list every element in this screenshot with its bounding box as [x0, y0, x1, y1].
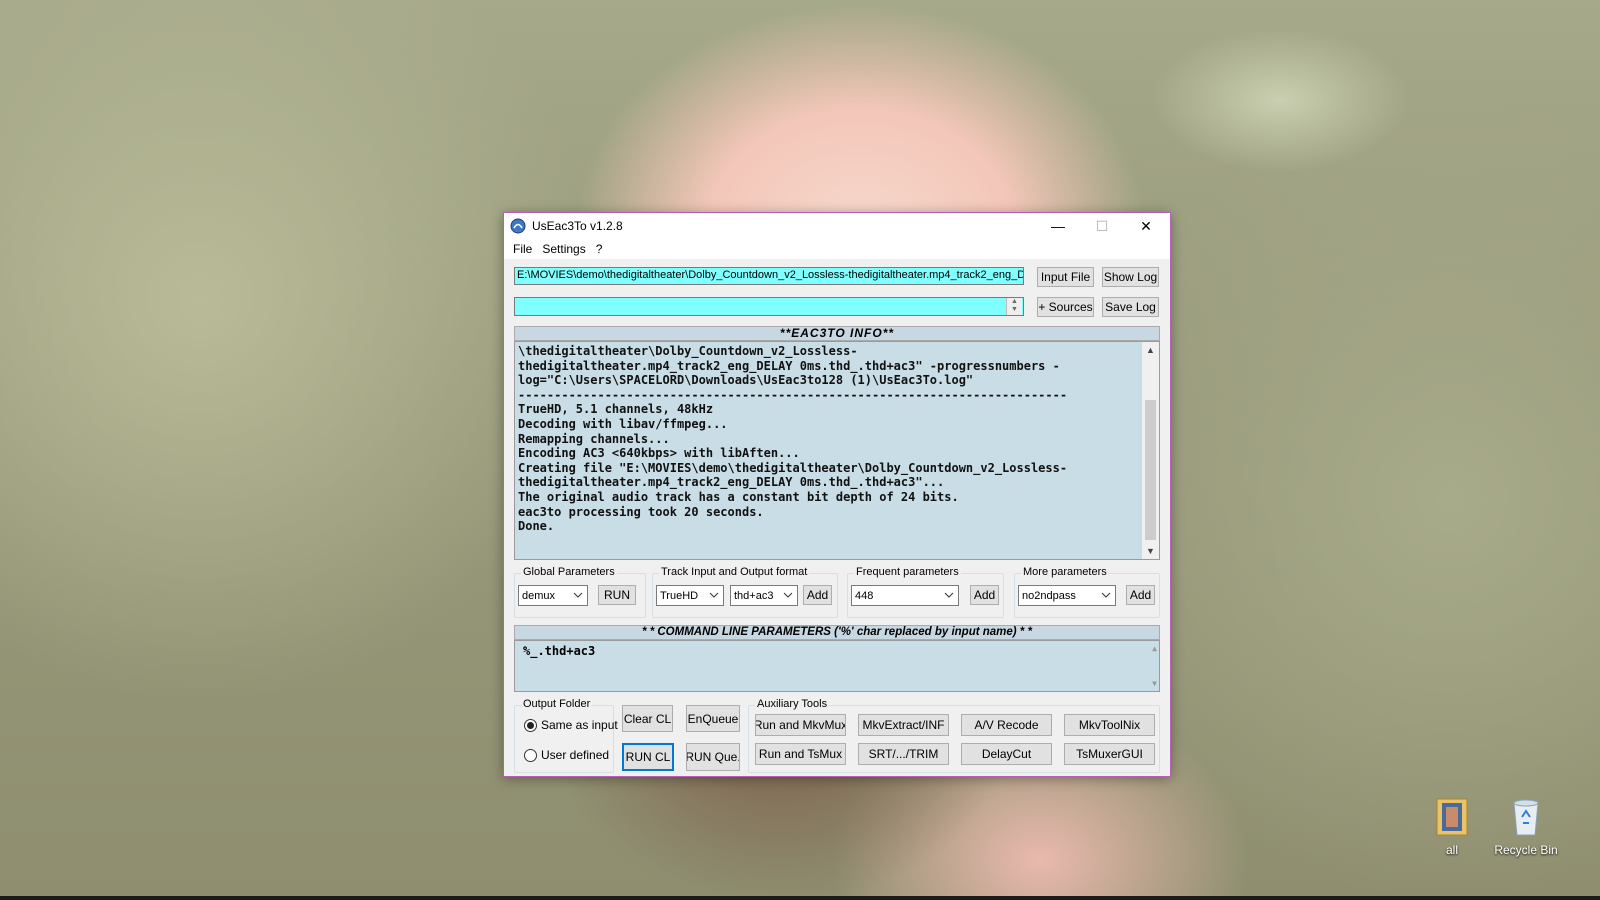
sources-field[interactable]: [514, 297, 1024, 316]
cl-header: * * COMMAND LINE PARAMETERS ('%' char re…: [514, 625, 1160, 640]
info-header: **EAC3TO INFO**: [514, 326, 1160, 341]
track-output-value: thd+ac3: [734, 589, 774, 602]
radio-user-label: User defined: [541, 748, 610, 762]
show-log-button[interactable]: Show Log: [1102, 267, 1159, 287]
desktop-folder-all[interactable]: all: [1417, 795, 1487, 857]
input-file-button[interactable]: Input File: [1037, 267, 1094, 287]
more-add-button[interactable]: Add: [1126, 585, 1155, 605]
log-line: thedigitaltheater.mp4_track2_eng_DELAY 0…: [518, 475, 945, 490]
input-file-field[interactable]: E:\MOVIES\demo\thedigitaltheater\Dolby_C…: [514, 267, 1024, 285]
app-icon: [510, 218, 526, 234]
scroll-up-icon[interactable]: ▲: [1142, 342, 1159, 358]
mkvextract-button[interactable]: MkvExtract/INF: [858, 714, 949, 736]
run-cl-button[interactable]: RUN CL: [622, 743, 674, 771]
srt-trim-button[interactable]: SRT/.../TRIM: [858, 743, 949, 765]
more-params-combo[interactable]: no2ndpass: [1018, 585, 1116, 606]
aux-tools-label: Auxiliary Tools: [755, 698, 830, 710]
global-params-label: Global Parameters: [521, 566, 617, 578]
log-output[interactable]: \thedigitaltheater\Dolby_Countdown_v2_Lo…: [514, 341, 1160, 560]
radio-same-as-input[interactable]: Same as input: [524, 718, 618, 732]
cl-value: %_.thd+ac3: [523, 644, 596, 658]
sources-spinner[interactable]: ▲ ▼: [1006, 298, 1022, 315]
folder-icon: [1434, 795, 1470, 837]
track-add-button[interactable]: Add: [803, 585, 832, 605]
log-line: Done.: [518, 519, 555, 534]
app-window: UsEac3To v1.2.8 — ☐ ✕ File Settings ? E:…: [503, 212, 1171, 777]
add-sources-button[interactable]: + Sources: [1037, 297, 1094, 317]
more-params-label: More parameters: [1021, 566, 1109, 578]
window-title: UsEac3To v1.2.8: [532, 219, 623, 233]
radio-user-defined[interactable]: User defined: [524, 748, 609, 762]
track-format-label: Track Input and Output format: [659, 566, 810, 578]
menu-settings[interactable]: Settings: [537, 242, 590, 256]
menu-help[interactable]: ?: [591, 242, 608, 256]
log-line: Remapping channels...: [518, 431, 670, 446]
log-line: Creating file "E:\MOVIES\demo\thedigital…: [518, 460, 1068, 475]
menu-file[interactable]: File: [508, 242, 537, 256]
log-line: Decoding with libav/ffmpeg...: [518, 416, 728, 431]
chevron-down-icon: [709, 592, 719, 598]
log-line: thedigitaltheater.mp4_track2_eng_DELAY 0…: [518, 358, 1060, 373]
run-tsmux-button[interactable]: Run and TsMux: [755, 743, 846, 765]
radio-dot-selected: [524, 718, 537, 732]
menu-bar: File Settings ?: [504, 239, 1170, 259]
frequent-add-button[interactable]: Add: [970, 585, 999, 605]
log-line: ----------------------------------------…: [518, 387, 1068, 402]
log-scrollbar[interactable]: ▲ ▼: [1142, 342, 1159, 559]
maximize-button[interactable]: ☐: [1080, 213, 1124, 239]
radio-dot: [524, 748, 537, 762]
log-line: TrueHD, 5.1 channels, 48kHz: [518, 402, 714, 417]
chevron-down-icon: [1101, 592, 1111, 598]
output-folder-group: Output Folder: [514, 698, 614, 773]
frequent-params-value: 448: [855, 589, 874, 602]
radio-same-label: Same as input: [541, 718, 618, 732]
cl-textarea[interactable]: %_.thd+ac3 ▲ ▼: [514, 640, 1160, 692]
chevron-down-icon: [944, 592, 954, 598]
cl-scroll-up-icon[interactable]: ▲: [1152, 644, 1157, 653]
track-input-value: TrueHD: [660, 589, 699, 602]
track-input-combo[interactable]: TrueHD: [656, 585, 724, 606]
log-line: Encoding AC3 <640kbps> with libAften...: [518, 446, 800, 461]
chevron-down-icon: [573, 592, 583, 598]
cl-scroll-down-icon[interactable]: ▼: [1152, 679, 1157, 688]
recycle-bin-label: Recycle Bin: [1494, 843, 1558, 857]
desktop-recycle-bin[interactable]: Recycle Bin: [1491, 795, 1561, 857]
log-line: The original audio track has a constant …: [518, 489, 959, 504]
global-params-value: demux: [522, 589, 556, 602]
delaycut-button[interactable]: DelayCut: [961, 743, 1052, 765]
av-recode-button[interactable]: A/V Recode: [961, 714, 1052, 736]
tsmuxergui-button[interactable]: TsMuxerGUI: [1064, 743, 1155, 765]
more-params-value: no2ndpass: [1022, 589, 1076, 602]
scroll-down-icon[interactable]: ▼: [1142, 543, 1159, 559]
log-line: \thedigitaltheater\Dolby_Countdown_v2_Lo…: [518, 344, 858, 358]
save-log-button[interactable]: Save Log: [1102, 297, 1159, 317]
scroll-thumb[interactable]: [1145, 400, 1156, 540]
recycle-bin-icon: [1508, 795, 1544, 837]
frequent-params-combo[interactable]: 448: [851, 585, 959, 606]
run-queue-button[interactable]: RUN Que.: [686, 743, 740, 771]
global-params-combo[interactable]: demux: [518, 585, 588, 606]
track-output-combo[interactable]: thd+ac3: [730, 585, 798, 606]
title-bar[interactable]: UsEac3To v1.2.8 — ☐ ✕: [504, 213, 1170, 239]
mkvtoolnix-button[interactable]: MkvToolNix: [1064, 714, 1155, 736]
global-run-button[interactable]: RUN: [598, 585, 636, 605]
chevron-down-icon: [783, 592, 793, 598]
desktop-folder-label: all: [1445, 843, 1458, 857]
log-line: log="C:\Users\SPACELORD\Downloads\UsEac3…: [518, 373, 974, 388]
frequent-params-label: Frequent parameters: [854, 566, 961, 578]
clear-cl-button[interactable]: Clear CL: [622, 705, 673, 732]
run-mkvmux-button[interactable]: Run and MkvMux: [755, 714, 846, 736]
log-line: eac3to processing took 20 seconds.: [518, 504, 764, 519]
log-lines: \thedigitaltheater\Dolby_Countdown_v2_Lo…: [518, 344, 1156, 534]
enqueue-button[interactable]: EnQueue: [686, 705, 740, 732]
taskbar-edge: [0, 896, 1600, 900]
close-button[interactable]: ✕: [1124, 213, 1168, 239]
minimize-button[interactable]: —: [1036, 213, 1080, 239]
output-folder-label: Output Folder: [521, 698, 593, 710]
